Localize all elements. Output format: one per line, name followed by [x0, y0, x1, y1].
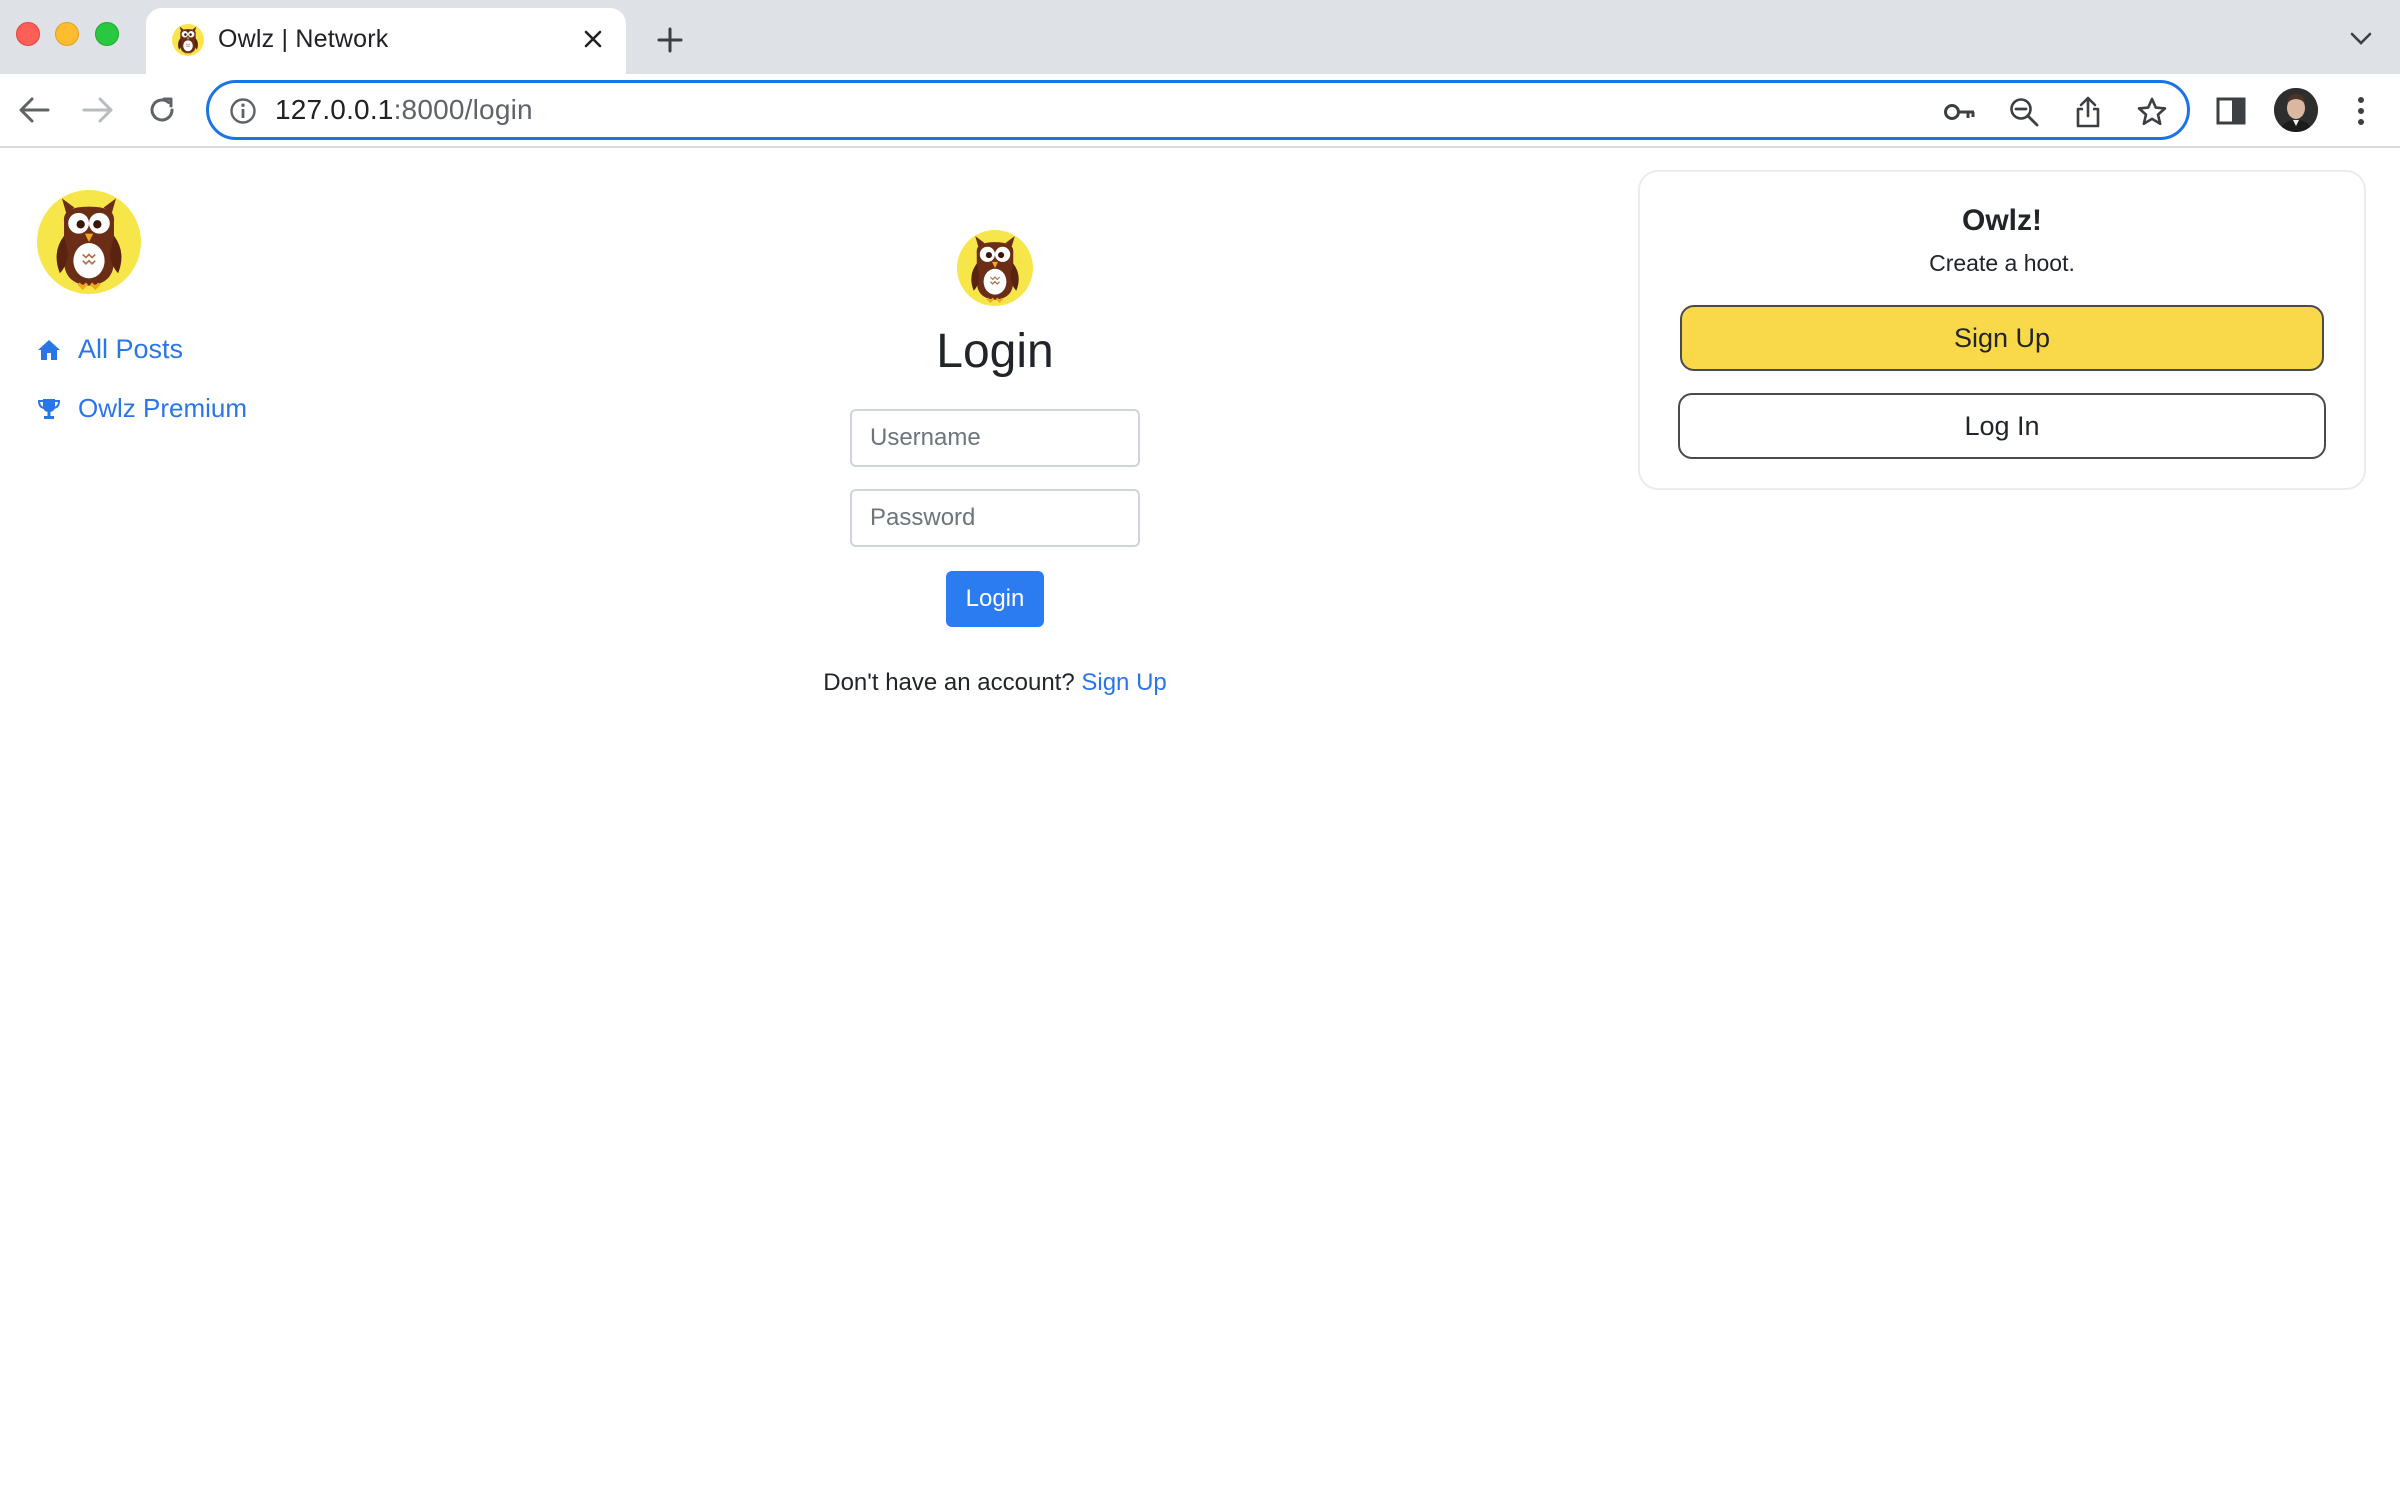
page-title: Login [936, 325, 1054, 378]
site-info-icon[interactable] [229, 97, 257, 125]
password-input[interactable] [850, 489, 1140, 547]
sidebar-item-label: Owlz Premium [78, 393, 248, 423]
sidebar-item-owlz-premium[interactable]: Owlz Premium [36, 393, 247, 424]
sidebar-item-all-posts[interactable]: All Posts [36, 334, 247, 365]
maximize-window-button[interactable] [95, 22, 119, 46]
card-signup-button[interactable]: Sign Up [1680, 305, 2324, 371]
more-menu-icon[interactable] [2342, 92, 2380, 130]
minimize-window-button[interactable] [55, 22, 79, 46]
login-submit-button[interactable]: Login [945, 571, 1045, 627]
trophy-icon [36, 396, 62, 422]
share-icon[interactable] [2071, 95, 2105, 129]
reload-icon[interactable] [142, 90, 182, 130]
owl-logo-icon[interactable] [37, 190, 141, 294]
zoom-out-icon[interactable] [2007, 95, 2041, 129]
profile-avatar[interactable] [2274, 88, 2318, 132]
close-window-button[interactable] [16, 22, 40, 46]
side-panel-icon[interactable] [2212, 92, 2250, 130]
home-icon [36, 337, 62, 363]
chevron-down-icon[interactable] [2344, 22, 2378, 56]
new-tab-icon[interactable] [650, 20, 690, 60]
browser-tab-active[interactable]: Owlz | Network [146, 8, 626, 74]
card-login-button[interactable]: Log In [1678, 393, 2326, 459]
sidebar-nav: All Posts Owlz Premium [36, 334, 247, 452]
owl-logo-small-icon [957, 230, 1033, 306]
tab-close-icon[interactable] [576, 22, 610, 56]
key-icon[interactable] [1943, 95, 1977, 129]
no-account-text: Don't have an account? [823, 669, 1075, 696]
sidebar-item-label: All Posts [78, 334, 184, 364]
card-title: Owlz! [1962, 204, 2042, 237]
owl-favicon-icon [172, 24, 204, 56]
card-subtitle: Create a hoot. [1929, 250, 2075, 276]
back-arrow-icon[interactable] [14, 90, 54, 130]
address-bar[interactable]: 127.0.0.1:8000/login [206, 80, 2190, 140]
tab-title: Owlz | Network [218, 25, 389, 53]
browser-titlebar: Owlz | Network [0, 0, 2400, 74]
username-input[interactable] [850, 409, 1140, 467]
forward-arrow-icon[interactable] [78, 90, 118, 130]
signup-card: Owlz! Create a hoot. Sign Up Log In [1638, 170, 2366, 490]
browser-toolbar: 127.0.0.1:8000/login [0, 74, 2400, 148]
bookmark-star-icon[interactable] [2135, 95, 2169, 129]
page-content: All Posts Owlz Premium Login Login Don't… [0, 150, 2400, 1490]
signup-link[interactable]: Sign Up [1081, 669, 1166, 696]
url-text[interactable]: 127.0.0.1:8000/login [275, 94, 533, 126]
login-form: Login Login Don't have an account? Sign … [795, 230, 1195, 697]
signup-prompt: Don't have an account? Sign Up [795, 669, 1195, 697]
